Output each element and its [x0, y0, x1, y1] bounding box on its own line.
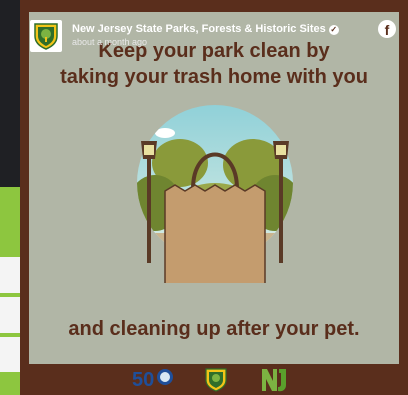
white-block [0, 297, 20, 333]
facebook-post[interactable]: Keep your park clean by taking your tras… [20, 0, 408, 395]
white-block [0, 257, 20, 293]
post-header: New Jersey State Parks, Forests & Histor… [30, 20, 398, 52]
nj-logo [262, 369, 286, 392]
nj-parks-shield-icon [34, 23, 58, 50]
white-block [0, 337, 20, 372]
post-image[interactable]: Keep your park clean by taking your tras… [29, 12, 399, 364]
green-block [0, 372, 20, 395]
post-footer-logos: 50 [20, 364, 408, 395]
verified-badge-icon: ✓ [328, 25, 339, 35]
nj-parks-logo [205, 368, 227, 392]
background-sidebar [0, 0, 20, 395]
post-timestamp[interactable]: about a month ago [72, 37, 147, 47]
headline-line-2: taking your trash home with you [60, 66, 368, 88]
headline-line-3: and cleaning up after your pet. [68, 318, 360, 340]
footer-logos-strip: 50 [132, 368, 286, 392]
page-name[interactable]: New Jersey State Parks, Forests & Histor… [72, 23, 339, 35]
trash-bag-park-illustration [137, 105, 293, 283]
page-avatar[interactable] [30, 20, 62, 52]
50-anniversary-logo: 50 [132, 369, 173, 391]
screen: Keep your park clean by taking your tras… [0, 0, 408, 395]
50-logo-text: 50 [132, 369, 154, 391]
facebook-icon[interactable]: f [378, 20, 396, 38]
green-block [0, 187, 20, 257]
